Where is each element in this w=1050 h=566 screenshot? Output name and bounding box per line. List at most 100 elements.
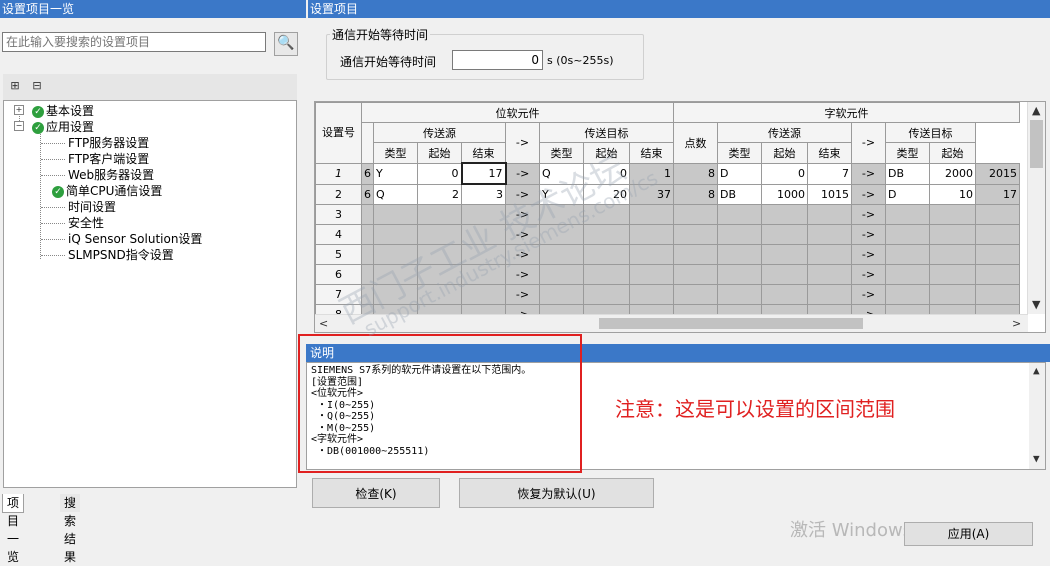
grid-cell-b-src-type[interactable] <box>373 204 418 225</box>
grid-cell-w-src-start[interactable] <box>761 264 808 285</box>
expand-all-icon[interactable]: ⊞ <box>7 78 23 94</box>
scroll-up-icon[interactable]: ▲ <box>1033 365 1040 377</box>
restore-default-button[interactable]: 恢复为默认(U) <box>459 478 654 508</box>
grid-cell-w-dst-end[interactable] <box>975 264 1020 285</box>
grid-cell-w-src-end[interactable]: 1015 <box>807 183 852 205</box>
scroll-thumb[interactable] <box>599 318 863 329</box>
grid-horizontal-scrollbar[interactable]: < > <box>315 314 1028 332</box>
grid-cell-w-dst-end[interactable]: 2015 <box>975 162 1020 185</box>
grid-cell-b-src-end[interactable]: 17 <box>460 162 507 185</box>
grid-cell-w-dst-start[interactable] <box>929 264 976 285</box>
grid-cell-w-src-start[interactable]: 0 <box>761 162 808 185</box>
tree-item-web-server[interactable]: Web服务器设置 <box>68 167 154 183</box>
grid-cell-w-dst-end[interactable] <box>975 224 1020 245</box>
grid-cell-w-src-type[interactable]: D <box>717 162 762 185</box>
grid-cell-b-dst-start[interactable] <box>583 264 630 285</box>
grid-cell-b-src-type[interactable] <box>373 224 418 245</box>
grid-cell-w-dst-start[interactable] <box>929 284 976 305</box>
tree-item-time[interactable]: 时间设置 <box>68 199 116 215</box>
grid-cell-w-src-type[interactable] <box>717 224 762 245</box>
grid-cell-b-src-type[interactable]: Y <box>373 162 418 185</box>
grid-vertical-scrollbar[interactable]: ▲ ▼ <box>1027 102 1045 314</box>
scroll-down-icon[interactable]: ▼ <box>1032 298 1040 311</box>
grid-cell-w-dst-end[interactable] <box>975 204 1020 225</box>
grid-cell-w-src-end[interactable] <box>807 204 852 225</box>
grid-cell-w-pts[interactable] <box>673 284 718 305</box>
grid-cell-w-pts[interactable]: 8 <box>673 162 718 185</box>
grid-cell-w-src-end[interactable] <box>807 264 852 285</box>
grid-cell-w-src-type[interactable] <box>717 264 762 285</box>
grid-cell-w-src-type[interactable]: DB <box>717 183 762 205</box>
grid-cell-w-pts[interactable]: 8 <box>673 183 718 205</box>
grid-cell-w-dst-end[interactable]: 17 <box>975 183 1020 205</box>
grid-cell-b-src-start[interactable]: 0 <box>417 162 462 185</box>
tab-item-list[interactable]: 项目一览 <box>2 494 25 564</box>
grid-cell-w-dst-start[interactable]: 10 <box>929 183 976 205</box>
grid-cell-w-src-type[interactable] <box>717 284 762 305</box>
search-button[interactable]: 🔍 <box>274 32 298 56</box>
tree-item-iq-sensor[interactable]: iQ Sensor Solution设置 <box>68 231 202 247</box>
scroll-thumb[interactable] <box>1030 120 1043 168</box>
grid-cell-b-dst-end[interactable] <box>629 224 674 245</box>
tree-item-app[interactable]: ✓ 应用设置 <box>32 119 94 135</box>
tree-item-ftp-server[interactable]: FTP服务器设置 <box>68 135 149 151</box>
expand-icon[interactable]: + <box>14 105 24 115</box>
grid-cell-b-dst-start[interactable] <box>583 284 630 305</box>
grid-cell-w-dst-type[interactable] <box>885 244 930 265</box>
scroll-left-icon[interactable]: < <box>319 317 328 330</box>
grid-cell-w-pts[interactable] <box>673 224 718 245</box>
collapse-all-icon[interactable]: ⊟ <box>29 78 45 94</box>
grid-cell-b-dst-start[interactable] <box>583 244 630 265</box>
grid-cell-w-dst-type[interactable] <box>885 264 930 285</box>
scroll-up-icon[interactable]: ▲ <box>1032 104 1040 117</box>
apply-button[interactable]: 应用(A) <box>904 522 1033 546</box>
scroll-down-icon[interactable]: ▼ <box>1033 453 1040 465</box>
grid-cell-w-dst-start[interactable] <box>929 244 976 265</box>
grid-cell-w-pts[interactable] <box>673 244 718 265</box>
tab-search-results[interactable]: 搜索结果 <box>60 494 81 564</box>
grid-cell-w-dst-start[interactable]: 2000 <box>929 162 976 185</box>
grid-cell-w-dst-type[interactable] <box>885 284 930 305</box>
grid-cell-b-src-start[interactable] <box>417 204 462 225</box>
grid-cell-w-src-end[interactable] <box>807 244 852 265</box>
check-button[interactable]: 检查(K) <box>312 478 440 508</box>
grid-cell-b-dst-end[interactable] <box>629 264 674 285</box>
grid-cell-b-dst-type[interactable] <box>539 264 584 285</box>
grid-cell-w-src-end[interactable] <box>807 284 852 305</box>
grid-cell-w-src-end[interactable] <box>807 224 852 245</box>
grid-cell-w-src-start[interactable] <box>761 224 808 245</box>
grid-cell-w-dst-end[interactable] <box>975 244 1020 265</box>
grid-cell-b-pts[interactable] <box>361 204 374 225</box>
tree-item-slmpsnd[interactable]: SLMPSND指令设置 <box>68 247 174 263</box>
grid-cell-w-dst-type[interactable] <box>885 204 930 225</box>
grid-cell-w-pts[interactable] <box>673 204 718 225</box>
grid-cell-w-dst-start[interactable] <box>929 204 976 225</box>
grid-cell-w-src-start[interactable] <box>761 284 808 305</box>
description-scrollbar[interactable]: ▲ ▼ <box>1029 363 1045 469</box>
grid-cell-w-src-type[interactable] <box>717 204 762 225</box>
tree-item-security[interactable]: 安全性 <box>68 215 104 231</box>
grid-cell-b-dst-end[interactable] <box>629 284 674 305</box>
grid-cell-w-src-start[interactable] <box>761 244 808 265</box>
grid-cell-w-src-start[interactable]: 1000 <box>761 183 808 205</box>
scroll-right-icon[interactable]: > <box>1012 317 1021 330</box>
grid-cell-w-dst-type[interactable] <box>885 224 930 245</box>
grid-cell-w-src-type[interactable] <box>717 244 762 265</box>
tree-item-basic[interactable]: ✓ 基本设置 <box>32 103 94 119</box>
grid-cell-b-dst-start[interactable] <box>583 224 630 245</box>
grid-cell-b-pts[interactable]: 6 <box>361 183 374 205</box>
grid-cell-b-pts[interactable]: 6 <box>361 162 374 185</box>
tree-item-simple-cpu[interactable]: ✓ 简单CPU通信设置 <box>52 183 162 199</box>
grid-cell-b-pts[interactable] <box>361 224 374 245</box>
grid-cell-w-src-end[interactable]: 7 <box>807 162 852 185</box>
grid-cell-b-dst-end[interactable] <box>629 244 674 265</box>
grid-cell-w-dst-type[interactable]: DB <box>885 162 930 185</box>
wait-time-input[interactable]: 0 <box>452 50 543 70</box>
grid-cell-w-dst-end[interactable] <box>975 284 1020 305</box>
search-input[interactable] <box>2 32 266 52</box>
collapse-icon[interactable]: − <box>14 121 24 131</box>
grid-cell-w-src-start[interactable] <box>761 204 808 225</box>
grid-cell-b-src-start[interactable]: 2 <box>417 183 462 205</box>
tree-item-ftp-client[interactable]: FTP客户端设置 <box>68 151 149 167</box>
grid-cell-w-pts[interactable] <box>673 264 718 285</box>
